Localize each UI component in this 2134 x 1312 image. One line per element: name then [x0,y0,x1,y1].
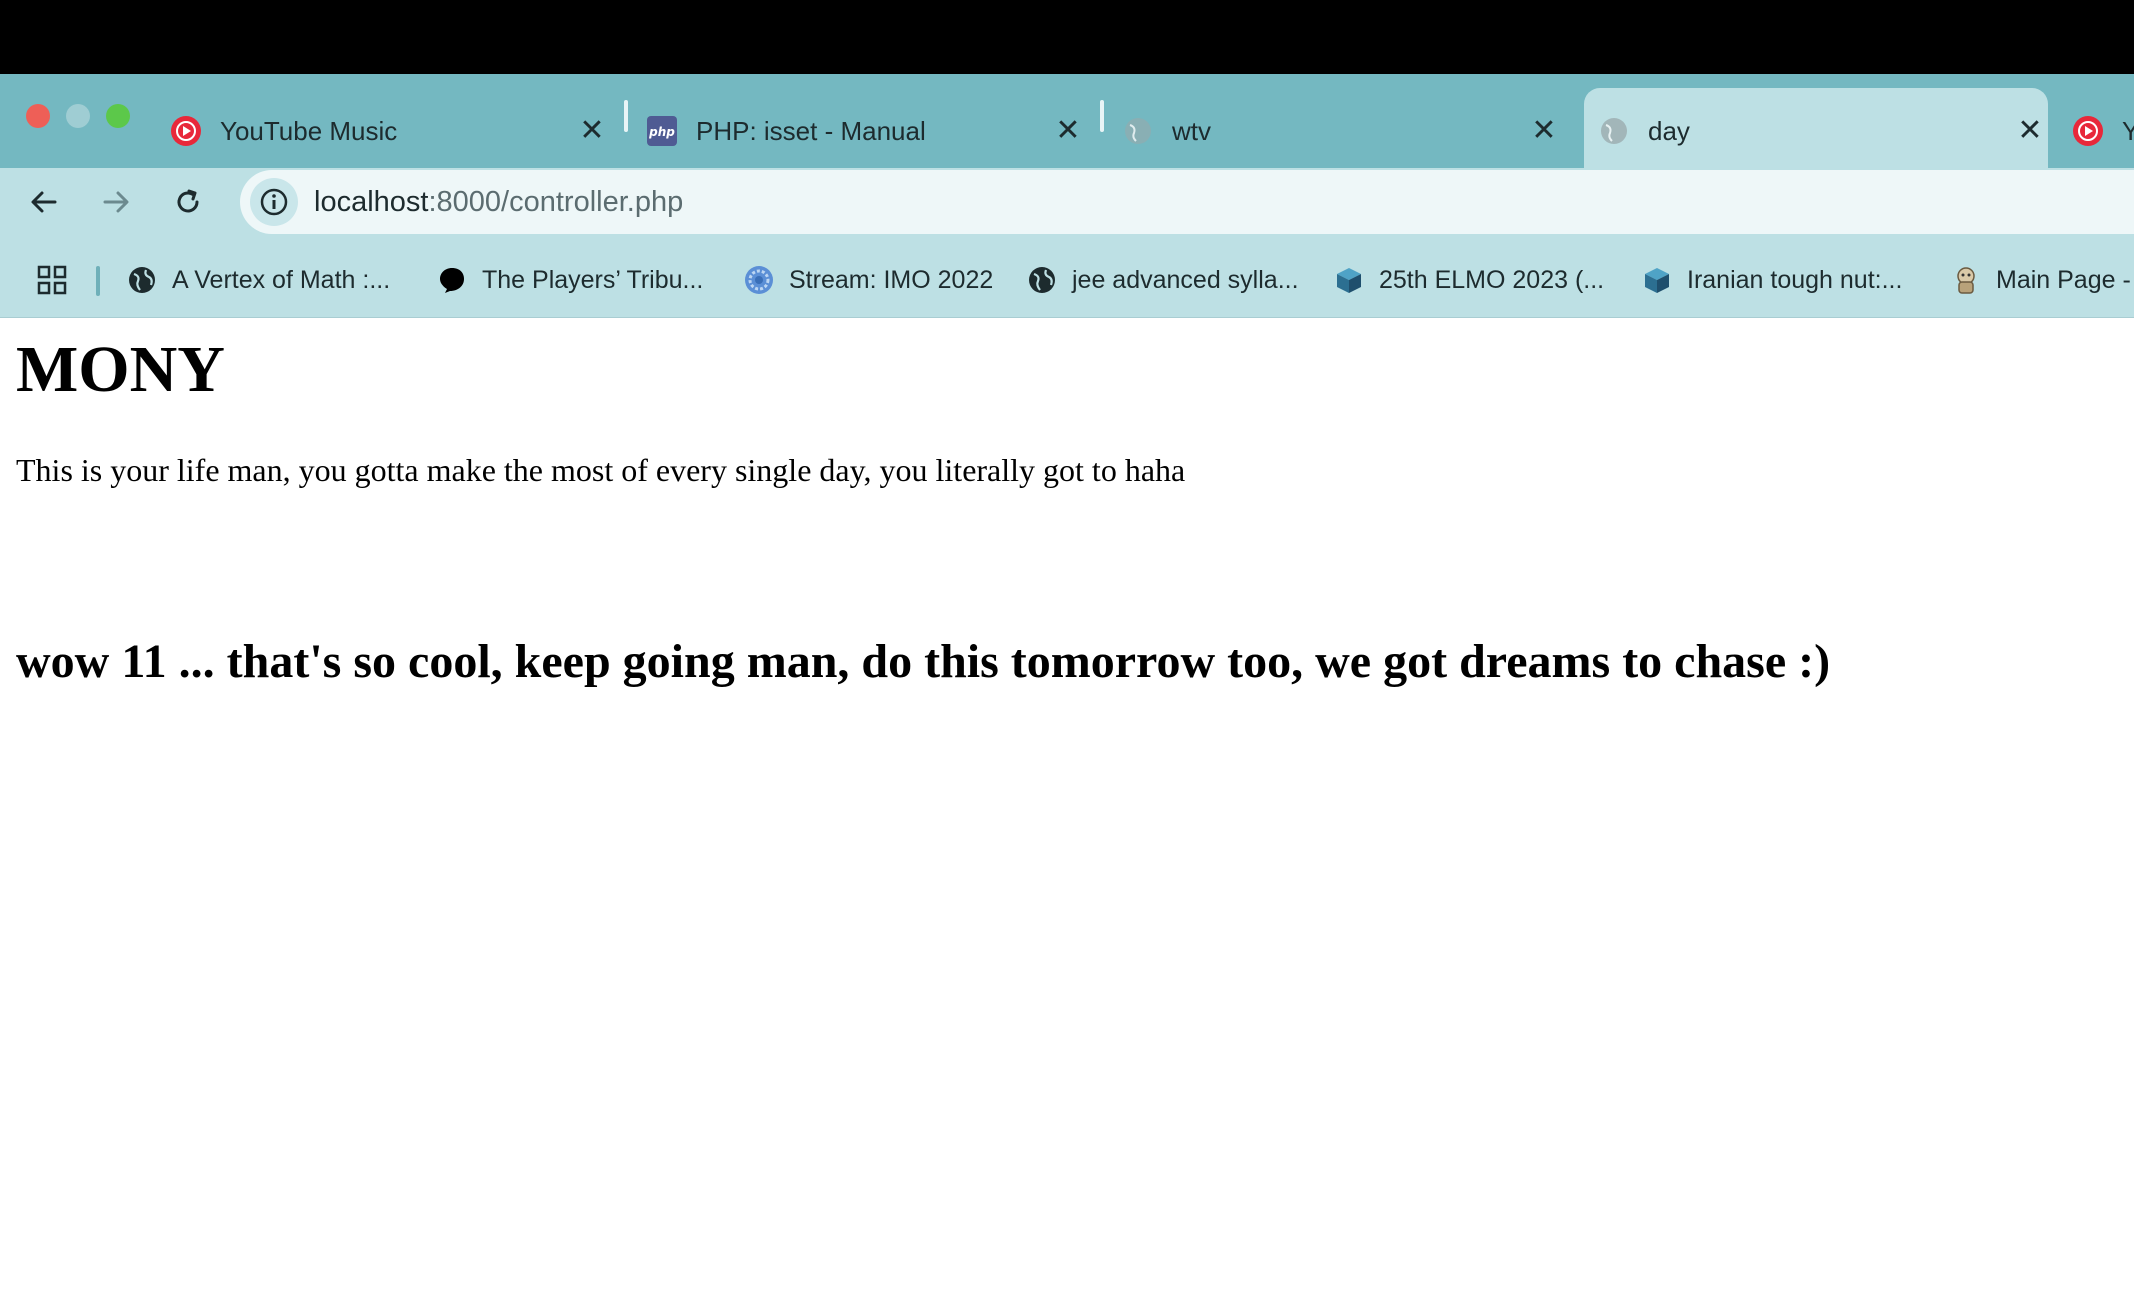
tab-close-icon[interactable]: ✕ [574,116,610,146]
cube-icon [1333,264,1365,296]
bookmark-item[interactable]: Main Page - [1950,262,2131,298]
youtube-music-icon [170,115,202,147]
tab-title: wtv [1172,115,1211,146]
tab-close-icon[interactable]: ✕ [2012,116,2048,146]
bookmark-label: Iranian tough nut:... [1687,265,1903,294]
arrow-right-icon [103,191,129,213]
globe-icon [126,264,158,296]
address-text[interactable]: localhost:8000/controller.php [314,182,683,222]
tab-title: day [1648,115,1690,146]
globe-icon [1122,115,1154,147]
window-zoom-button[interactable] [106,104,130,128]
bookmark-item[interactable]: 25th ELMO 2023 (... [1333,262,1604,298]
tab-php-isset[interactable]: php PHP: isset - Manual ✕ [646,88,1086,174]
url-path: :8000/controller.php [428,186,684,218]
apps-button[interactable] [30,258,74,302]
bookmark-item[interactable]: Stream: IMO 2022 [743,262,993,298]
players-tribune-icon [436,264,468,296]
reload-icon [177,189,199,213]
tab-title: YouTube Music [220,115,398,146]
page-paragraph: This is your life man, you gotta make th… [16,452,1186,488]
tab-title: PHP: isset - Manual [696,115,926,146]
bookmark-label: Main Page - [1996,265,2131,294]
bookmark-item[interactable]: A Vertex of Math :... [126,262,390,298]
info-icon [260,188,288,216]
screen-top-bar [0,0,2134,74]
site-info-button[interactable] [250,178,298,226]
bookmark-label: The Players’ Tribu... [482,265,704,294]
tab-wtv[interactable]: wtv ✕ [1122,88,1562,174]
globe-icon [1026,264,1058,296]
window-minimize-button[interactable] [66,104,90,128]
tab-close-icon[interactable]: ✕ [1526,116,1562,146]
globe-icon [1598,115,1630,147]
arrow-left-icon [31,191,57,213]
reload-button[interactable] [166,180,210,224]
bookmarks-divider [96,266,100,296]
bookmark-item[interactable]: The Players’ Tribu... [436,262,703,298]
page-heading: MONY [16,333,225,406]
bookmark-label: A Vertex of Math :... [172,265,391,294]
url-host: localhost [314,186,429,218]
tab-title: Y [2122,115,2134,146]
tab-youtube-music[interactable]: YouTube Music ✕ [170,88,610,174]
tab-separator [1100,100,1104,132]
zulip-icon [743,264,775,296]
tab-close-icon[interactable]: ✕ [1050,116,1086,146]
php-icon: php [646,115,678,147]
apps-grid-icon [37,265,67,295]
tab-separator [624,100,628,132]
bookmark-item[interactable]: jee advanced sylla... [1026,262,1299,298]
bookmark-label: 25th ELMO 2023 (... [1379,265,1605,294]
tab-youtube-music-2[interactable]: Y [2072,88,2134,174]
wiki-icon [1950,264,1982,296]
bookmark-label: jee advanced sylla... [1072,265,1299,294]
back-button[interactable] [22,180,66,224]
tab-day[interactable]: day ✕ [1584,88,2048,174]
svg-text:php: php [648,125,675,139]
window-close-button[interactable] [26,104,50,128]
bookmark-item[interactable]: Iranian tough nut:... [1641,262,1902,298]
page-subheading: wow 11 ... that's so cool, keep going ma… [16,635,1831,688]
youtube-music-icon [2072,115,2104,147]
forward-button[interactable] [94,180,138,224]
bookmark-label: Stream: IMO 2022 [789,265,994,294]
cube-icon [1641,264,1673,296]
